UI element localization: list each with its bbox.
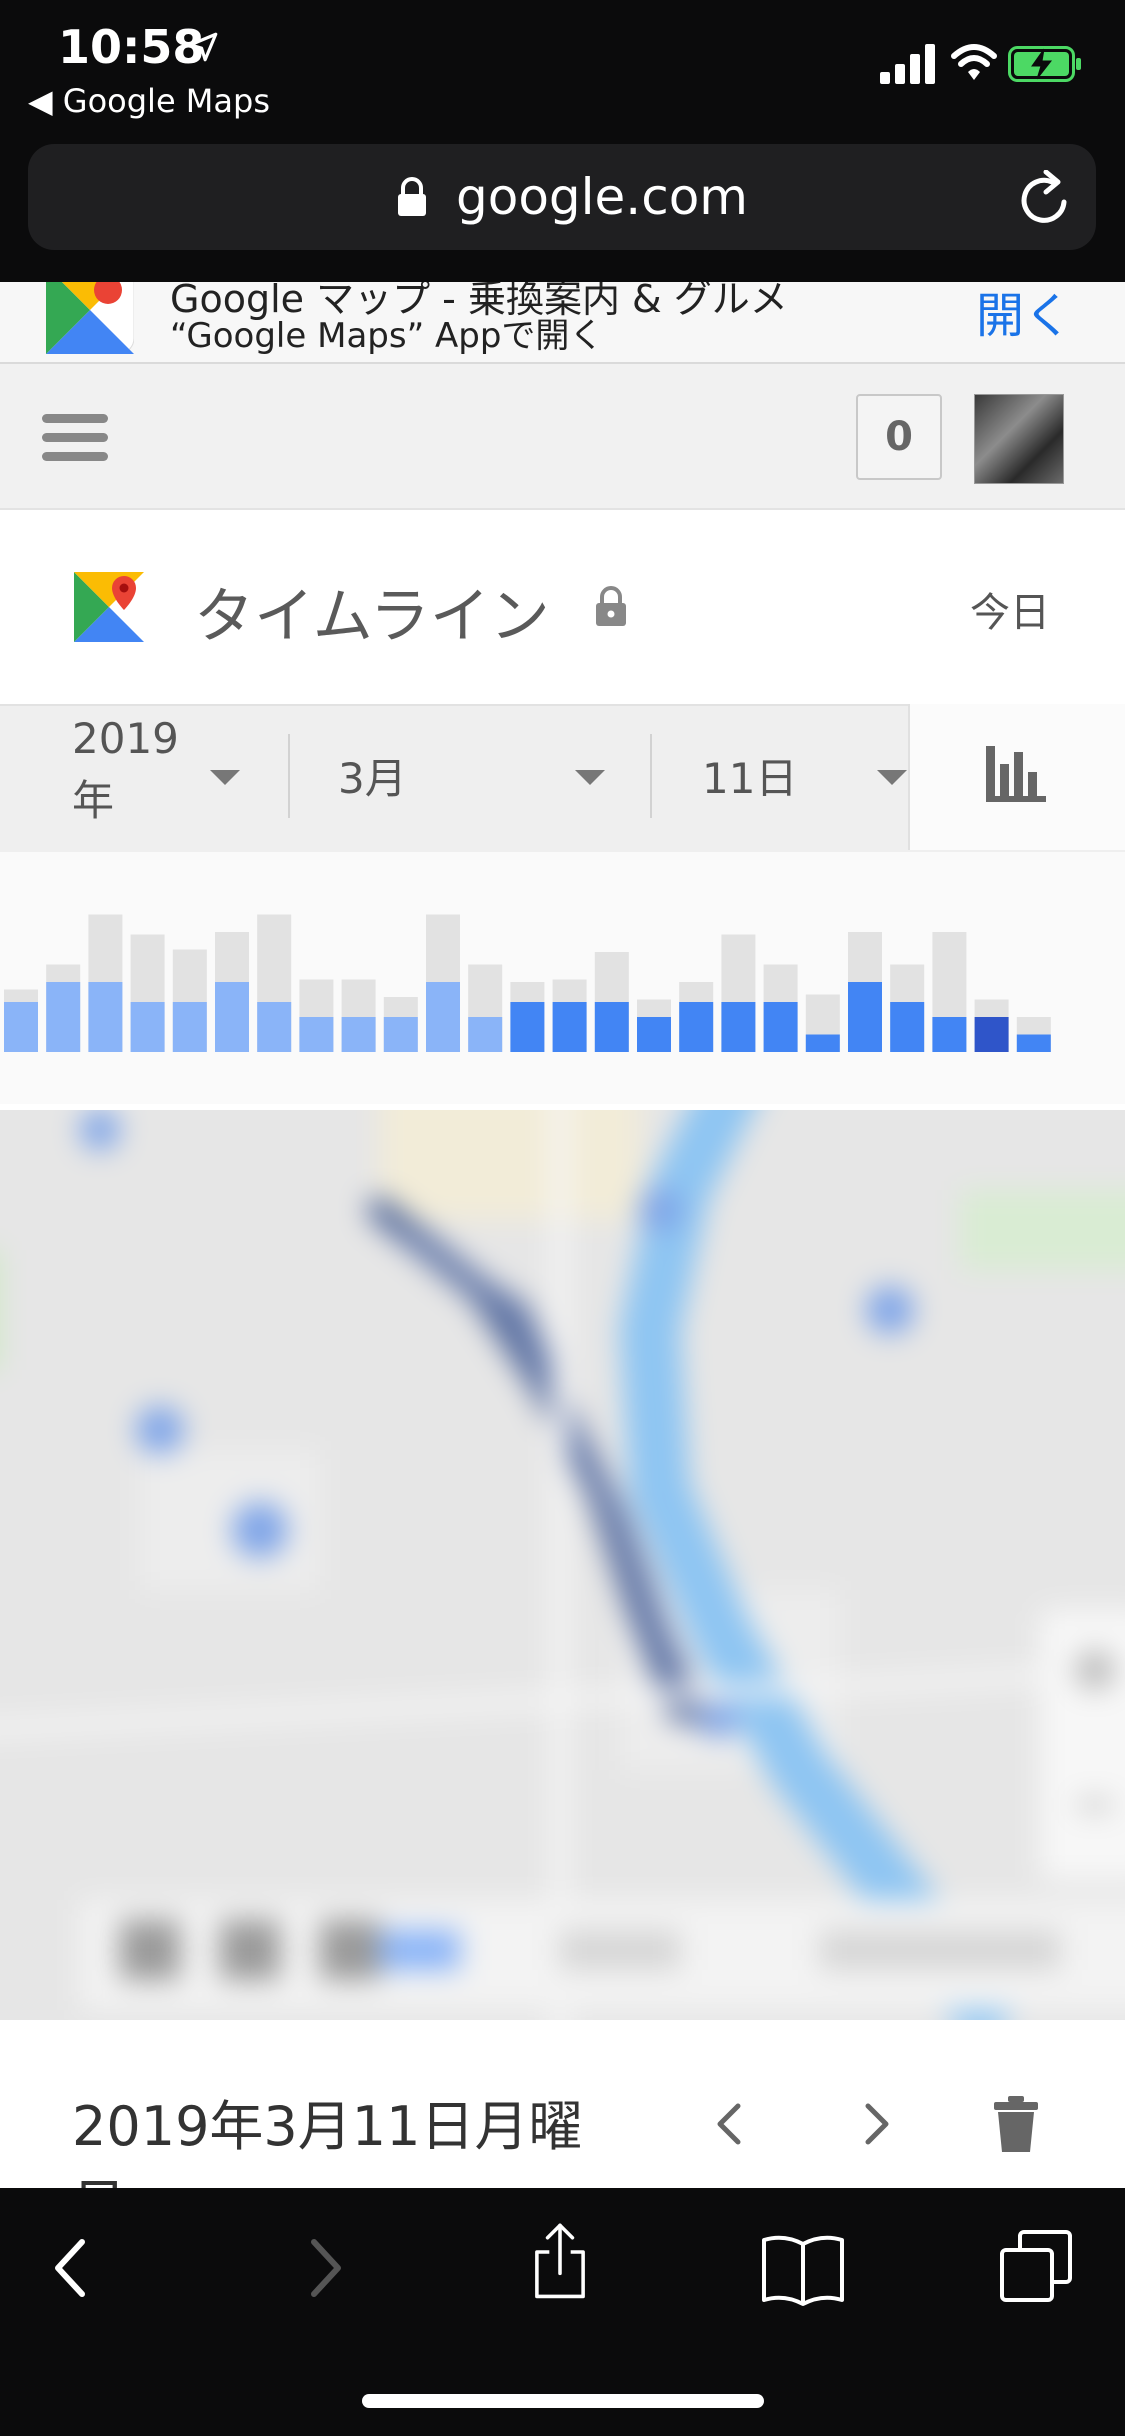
status-time: 10:58 <box>58 20 205 74</box>
chevron-right-icon[interactable] <box>856 2102 896 2146</box>
reload-icon[interactable] <box>1020 170 1072 226</box>
dropdown-caret-icon[interactable] <box>877 770 907 785</box>
back-triangle-icon: ◀ <box>28 82 63 120</box>
dropdown-caret-icon[interactable] <box>210 770 240 785</box>
histogram-bar-active[interactable] <box>721 1002 756 1052</box>
back-icon[interactable] <box>40 2228 120 2308</box>
histogram-bar-active[interactable] <box>805 1034 840 1053</box>
home-indicator <box>362 2394 764 2408</box>
banner-open-button[interactable]: 開く <box>976 282 1072 346</box>
trash-icon[interactable] <box>992 2094 1040 2154</box>
maps-toolbar <box>0 364 1125 510</box>
histogram-bar-active[interactable] <box>890 1002 925 1052</box>
histogram-bar-active[interactable] <box>637 1017 671 1052</box>
share-icon[interactable] <box>520 2220 600 2300</box>
chevron-left-icon[interactable] <box>710 2102 750 2146</box>
dropdown-caret-icon[interactable] <box>575 770 605 785</box>
open-in-app-banner[interactable]: Google マップ - 乗換案内 & グルメ “Google Maps” Ap… <box>0 282 1125 364</box>
histogram-bar-active[interactable] <box>763 1002 798 1052</box>
month-select[interactable]: 3月 <box>338 748 407 810</box>
histogram-bar-active[interactable] <box>4 1002 38 1052</box>
activity-histogram-chart[interactable] <box>0 852 1125 1104</box>
histogram-bar-active[interactable] <box>848 982 882 1052</box>
histogram-bar-active[interactable] <box>215 982 249 1052</box>
hamburger-menu-icon[interactable] <box>40 410 110 466</box>
year-select[interactable]: 2019 年 <box>72 708 202 832</box>
battery-charging-icon <box>1008 46 1081 82</box>
cellular-signal-icon <box>880 44 935 84</box>
page-title: タイムライン <box>194 582 550 652</box>
histogram-bar-active[interactable] <box>341 1017 376 1052</box>
wifi-icon <box>951 44 997 80</box>
lock-icon <box>398 177 426 216</box>
histogram-bar-active[interactable] <box>172 1002 207 1052</box>
divider <box>650 734 652 818</box>
histogram-bar-active[interactable] <box>932 1017 967 1052</box>
histogram-bar-active[interactable] <box>679 1002 714 1052</box>
map-canvas <box>0 1110 1125 2020</box>
histogram-bar-active[interactable] <box>88 982 123 1052</box>
histogram-bar-active[interactable] <box>1016 1034 1051 1053</box>
histogram-bar-active[interactable] <box>130 1002 165 1052</box>
histogram-bar-active[interactable] <box>299 1017 334 1052</box>
avatar[interactable] <box>974 394 1064 484</box>
histogram-bar-active[interactable] <box>468 1017 503 1052</box>
lock-icon <box>596 586 626 626</box>
histogram-bar-active[interactable] <box>552 1002 587 1052</box>
map-view[interactable] <box>0 1110 1125 2020</box>
histogram-bar-active[interactable] <box>426 982 460 1052</box>
notification-count-button[interactable]: 0 <box>856 394 942 480</box>
google-maps-icon <box>74 572 144 642</box>
histogram-bar-active[interactable] <box>594 1002 629 1052</box>
forward-icon[interactable] <box>276 2228 356 2308</box>
histogram-bar-active[interactable] <box>257 1002 292 1052</box>
today-button[interactable]: 今日 <box>970 580 1050 638</box>
histogram-bar-active[interactable] <box>46 982 81 1052</box>
divider <box>288 734 290 818</box>
google-maps-app-icon <box>46 282 134 354</box>
url-text[interactable]: google.com <box>456 168 748 226</box>
day-select[interactable]: 11日 <box>702 748 797 810</box>
back-to-app-link[interactable]: ◀ Google Maps <box>28 82 270 120</box>
histogram-bar-selected[interactable] <box>974 1017 1009 1052</box>
banner-subtitle: “Google Maps” Appで開く <box>170 316 604 356</box>
tabs-icon[interactable] <box>996 2226 1076 2306</box>
bookmarks-icon[interactable] <box>760 2228 846 2308</box>
location-arrow-icon <box>188 32 218 62</box>
histogram-bar-active[interactable] <box>510 1002 545 1052</box>
back-app-label: Google Maps <box>62 82 270 120</box>
histogram-bar-active[interactable] <box>383 1017 418 1052</box>
bar-chart-icon[interactable] <box>984 742 1048 806</box>
